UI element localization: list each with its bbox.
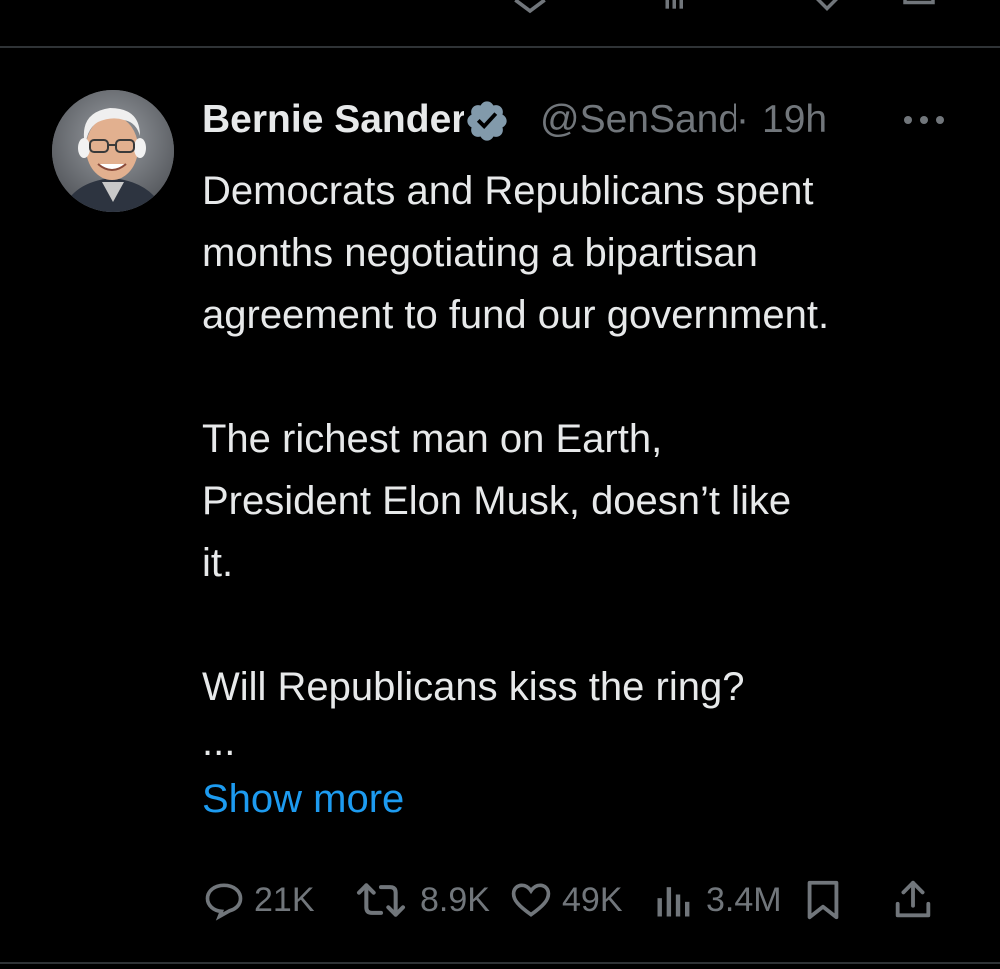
avatar[interactable] <box>52 90 174 212</box>
previous-repost-icon[interactable] <box>508 0 552 20</box>
bookmark-button[interactable] <box>800 870 846 930</box>
top-divider <box>0 46 1000 48</box>
share-button[interactable] <box>890 870 936 930</box>
repost-count: 8.9K <box>420 881 490 919</box>
repost-icon <box>356 883 406 917</box>
share-icon <box>895 880 931 918</box>
previous-share-icon[interactable] <box>898 0 940 14</box>
views-count: 3.4M <box>706 881 782 919</box>
like-icon <box>511 883 551 917</box>
previous-views-icon[interactable] <box>656 0 696 18</box>
tweet-paragraph-3: Will Republicans kiss the ring? <box>202 665 745 709</box>
bottom-divider <box>0 962 1000 964</box>
separator-dot: · <box>736 98 749 141</box>
like-button[interactable]: 49K <box>508 870 623 930</box>
tweet-actions: 21K 8.9K 49K 3.4M <box>0 870 1000 930</box>
reply-count: 21K <box>254 881 315 919</box>
tweet-header: Bernie Sanders @SenSanders · 19h <box>202 92 962 144</box>
author-handle[interactable]: @SenSanders <box>540 96 736 144</box>
author-name[interactable]: Bernie Sanders <box>202 96 464 144</box>
verified-badge-icon[interactable] <box>464 98 510 144</box>
reply-button[interactable]: 21K <box>202 870 315 930</box>
more-icon[interactable] <box>902 110 946 130</box>
like-count: 49K <box>562 881 623 919</box>
tweet-paragraph-1: Democrats and Republicans spent months n… <box>202 169 830 337</box>
show-more-link[interactable]: Show more <box>202 774 404 824</box>
repost-button[interactable]: 8.9K <box>350 870 490 930</box>
truncation-ellipsis: ... <box>202 720 236 764</box>
tweet-text: Democrats and Republicans spent months n… <box>202 160 982 718</box>
bookmark-icon <box>807 880 839 920</box>
previous-tweet-actions <box>0 0 1000 20</box>
tweet-paragraph-2: The richest man on Earth, President Elon… <box>202 417 792 585</box>
timestamp[interactable]: 19h <box>762 96 827 144</box>
views-icon <box>657 887 690 917</box>
reply-icon <box>205 883 243 921</box>
views-button[interactable]: 3.4M <box>650 870 782 930</box>
previous-bookmark-icon[interactable] <box>806 0 848 20</box>
